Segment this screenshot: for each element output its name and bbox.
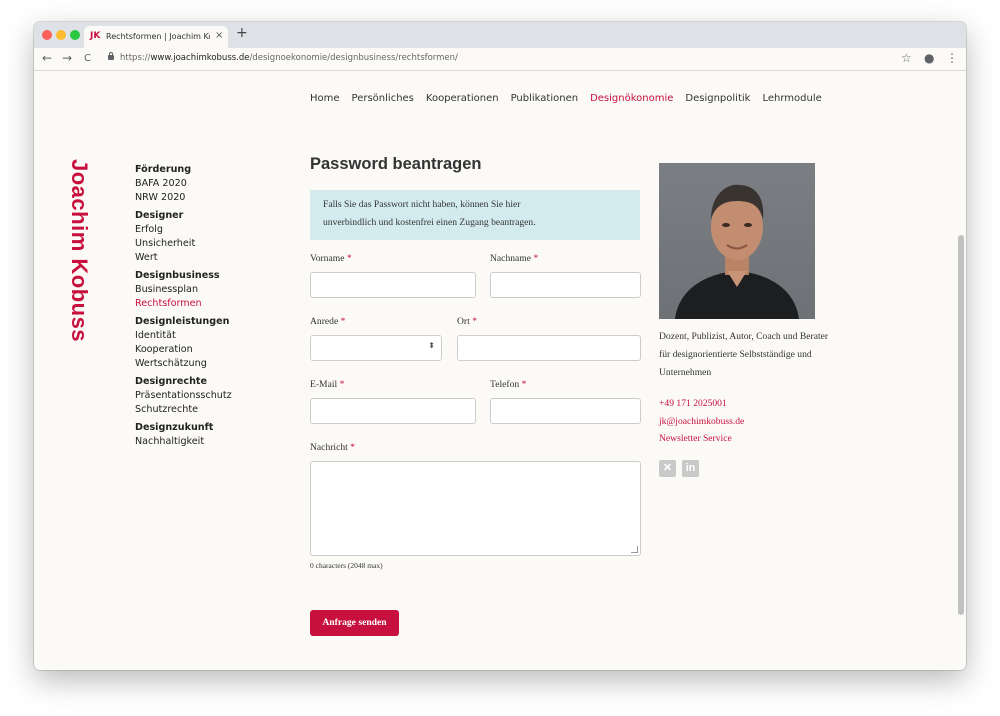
profile-photo — [659, 163, 815, 319]
anrede-label: Anrede * — [310, 316, 346, 327]
submit-button[interactable]: Anfrage senden — [310, 610, 399, 636]
alert-line-2: unverbindlich und kostenfrei einen Zugan… — [323, 217, 536, 228]
section-navigation: Förderung BAFA 2020 NRW 2020 Designer Erfolg… — [135, 163, 265, 453]
forward-arrow-icon[interactable]: → — [62, 51, 72, 65]
bookmark-star-icon[interactable]: ☆ — [901, 51, 912, 65]
nachricht-textarea[interactable] — [310, 461, 641, 556]
main-navigation: Home Persönliches Kooperationen Publikation… — [310, 86, 834, 104]
site-logo[interactable]: Joachim Kobuss — [62, 159, 92, 399]
nav-item-home[interactable]: Home — [310, 93, 340, 104]
sidenav-heading[interactable]: Designer — [135, 209, 265, 223]
page-scrollbar[interactable] — [958, 235, 964, 615]
sidenav-section: Designer Erfolg Unsicherheit Wert — [135, 209, 265, 265]
nav-item-lehrmodule[interactable]: Lehrmodule — [762, 93, 821, 104]
sidenav-heading[interactable]: Förderung — [135, 163, 265, 177]
nav-item-kooperationen[interactable]: Kooperationen — [426, 93, 499, 104]
sidenav-item[interactable]: Kooperation — [135, 343, 265, 357]
sidenav-item[interactable]: Erfolg — [135, 223, 265, 237]
contact-block: +49 171 2025001 jk@joachimkobuss.de News… — [659, 395, 744, 448]
telefon-input[interactable] — [490, 398, 641, 424]
sidenav-item[interactable]: Schutzrechte — [135, 403, 265, 417]
close-window-button[interactable] — [42, 30, 52, 40]
profile-bio: Dozent, Publizist, Autor, Coach und Bera… — [659, 331, 829, 378]
tab-title: Rechtsformen | Joachim Kobuss — [106, 32, 210, 41]
close-tab-icon[interactable]: × — [215, 30, 223, 41]
request-form: Password beantragen Falls Sie das Passwo… — [310, 152, 642, 636]
back-arrow-icon[interactable]: ← — [42, 51, 52, 65]
reload-icon[interactable]: C — [84, 53, 91, 64]
nav-item-designpolitik[interactable]: Designpolitik — [685, 93, 750, 104]
sidenav-item[interactable]: Wertschätzung — [135, 357, 265, 371]
tab-bar: JK Rechtsformen | Joachim Kobuss × + — [34, 22, 966, 48]
lock-icon — [108, 52, 114, 60]
sidenav-section: Designrechte Präsentationsschutz Schutzrec… — [135, 375, 265, 417]
browser-tab[interactable]: JK Rechtsformen | Joachim Kobuss × — [84, 26, 228, 48]
nachname-label: Nachname * — [490, 253, 539, 264]
account-icon[interactable]: ● — [924, 51, 934, 65]
nachname-input[interactable] — [490, 272, 641, 298]
new-tab-icon[interactable]: + — [236, 25, 248, 41]
linkedin-icon[interactable]: in — [682, 460, 699, 477]
email-link[interactable]: jk@joachimkobuss.de — [659, 413, 744, 431]
nachricht-label: Nachricht * — [310, 442, 356, 453]
newsletter-link[interactable]: Newsletter Service — [659, 430, 744, 448]
minimize-window-button[interactable] — [56, 30, 66, 40]
sidenav-item[interactable]: BAFA 2020 — [135, 177, 265, 191]
email-input[interactable] — [310, 398, 476, 424]
vorname-label: Vorname * — [310, 253, 352, 264]
anrede-select[interactable]: ⬍ — [310, 335, 442, 361]
nav-item-persönliches[interactable]: Persönliches — [352, 93, 414, 104]
xing-icon[interactable]: ✕ — [659, 460, 676, 477]
nav-item-designökonomie[interactable]: Designökonomie — [590, 93, 673, 104]
alert-line-1: Falls Sie das Passwort nicht haben, könn… — [323, 199, 521, 210]
sidenav-item[interactable]: Nachhaltigkeit — [135, 435, 265, 449]
portrait-image — [675, 184, 799, 319]
sidenav-section: Designleistungen Identität Kooperation Wert… — [135, 315, 265, 371]
browser-toolbar: ← → C https://www.joachimkobuss.de/desig… — [34, 48, 966, 71]
sidenav-item[interactable]: Identität — [135, 329, 265, 343]
page-title: Password beantragen — [310, 155, 482, 173]
sidenav-item[interactable]: Wert — [135, 251, 265, 265]
favicon-icon: JK — [90, 31, 101, 41]
sidenav-item[interactable]: Rechtsformen — [135, 297, 265, 311]
resize-grip-icon[interactable] — [631, 546, 638, 553]
browser-window: JK Rechtsformen | Joachim Kobuss × + ← →… — [34, 22, 966, 670]
maximize-window-button[interactable] — [70, 30, 80, 40]
sidenav-item[interactable]: Businessplan — [135, 283, 265, 297]
ort-label: Ort * — [457, 316, 477, 327]
url-host: www.joachimkobuss.de — [150, 53, 250, 63]
url-scheme: https:// — [120, 53, 151, 63]
sidenav-heading[interactable]: Designbusiness — [135, 269, 265, 283]
vorname-input[interactable] — [310, 272, 476, 298]
sidenav-item[interactable]: Unsicherheit — [135, 237, 265, 251]
ort-input[interactable] — [457, 335, 641, 361]
sidenav-item[interactable]: NRW 2020 — [135, 191, 265, 205]
sidenav-item[interactable]: Präsentationsschutz — [135, 389, 265, 403]
sidenav-section: Designbusiness Businessplan Rechtsformen — [135, 269, 265, 311]
sidenav-heading[interactable]: Designzukunft — [135, 421, 265, 435]
character-counter: 0 characters (2048 max) — [310, 561, 383, 570]
phone-link[interactable]: +49 171 2025001 — [659, 395, 744, 413]
address-bar[interactable]: https://www.joachimkobuss.de/designoekon… — [120, 53, 458, 63]
sidenav-heading[interactable]: Designleistungen — [135, 315, 265, 329]
telefon-label: Telefon * — [490, 379, 527, 390]
url-path: /designoekonomie/designbusiness/rechtsfo… — [249, 53, 458, 63]
nav-item-publikationen[interactable]: Publikationen — [511, 93, 579, 104]
sidenav-section: Förderung BAFA 2020 NRW 2020 — [135, 163, 265, 205]
email-label: E-Mail * — [310, 379, 345, 390]
browser-menu-icon[interactable]: ⋮ — [946, 51, 958, 65]
info-alert: Falls Sie das Passwort nicht haben, könn… — [310, 190, 640, 240]
sidenav-section: Designzukunft Nachhaltigkeit — [135, 421, 265, 449]
sidenav-heading[interactable]: Designrechte — [135, 375, 265, 389]
select-arrows-icon: ⬍ — [428, 341, 435, 350]
